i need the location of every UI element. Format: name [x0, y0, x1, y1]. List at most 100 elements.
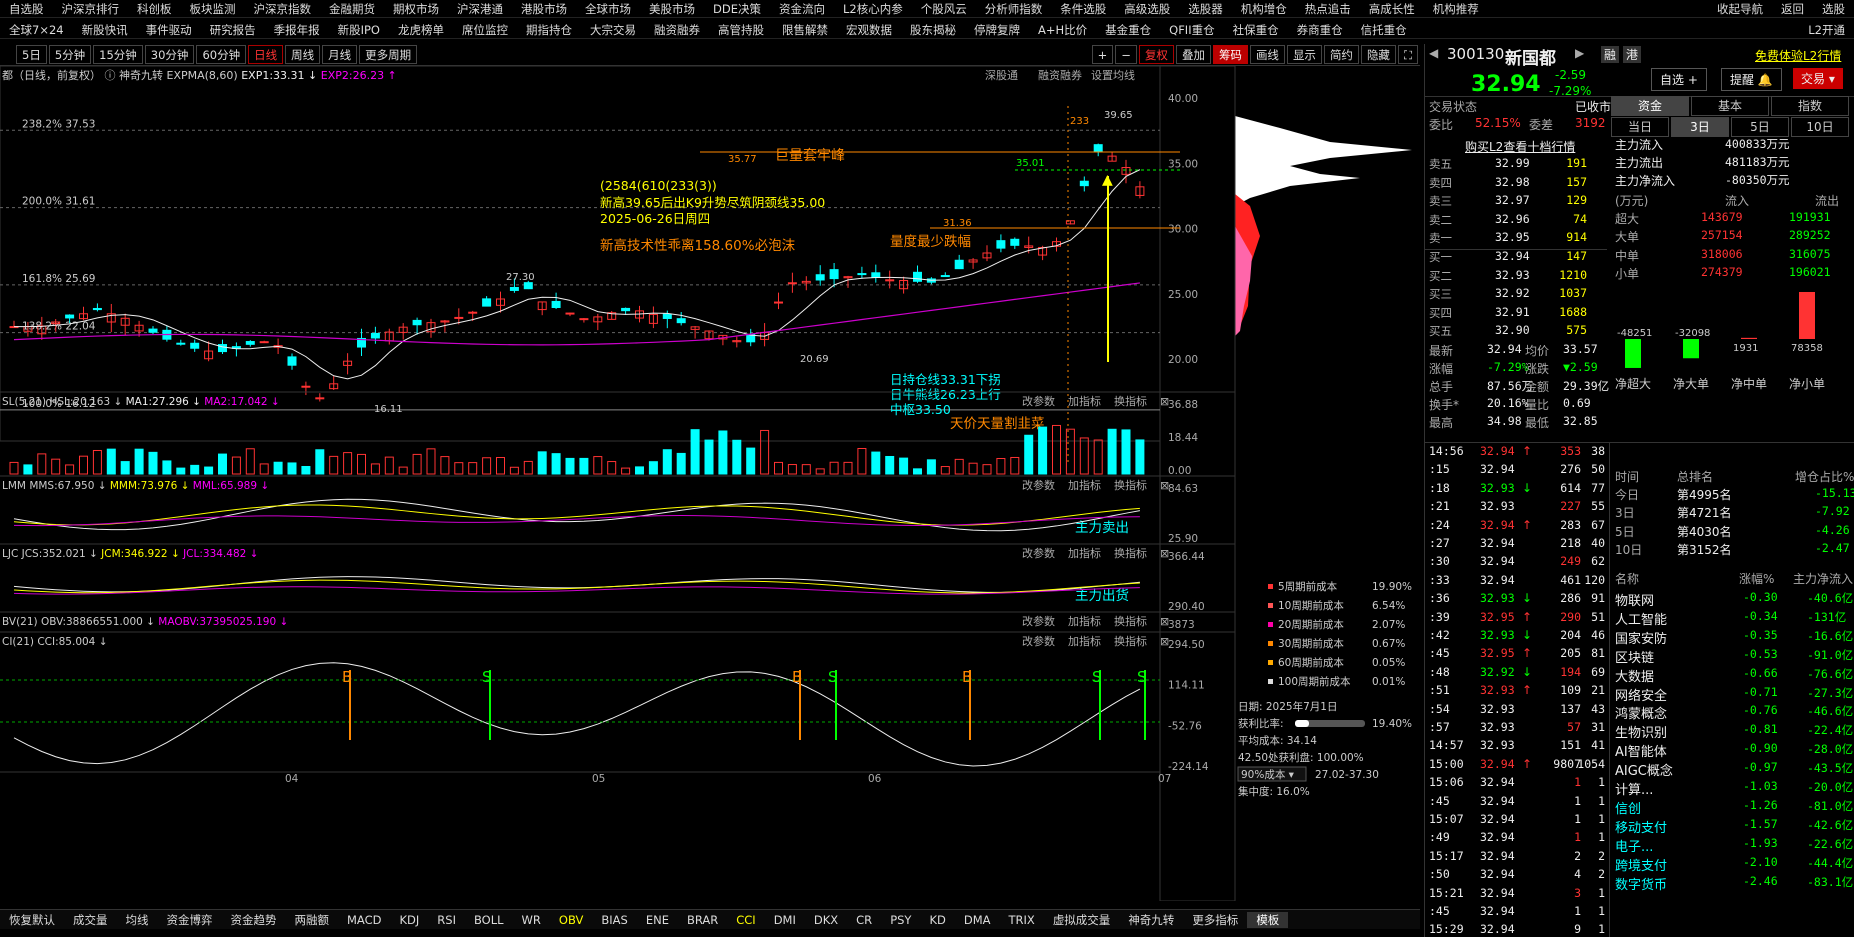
indicator-tab[interactable]: BOLL [465, 913, 513, 927]
period-button[interactable]: 15分钟 [93, 45, 143, 64]
period-button[interactable]: 5日 [16, 45, 47, 64]
menu-item[interactable]: 沪深港通 [448, 1, 512, 17]
panel-button[interactable]: 改参数 [1022, 394, 1055, 408]
submenu-item[interactable]: A+H比价 [1029, 22, 1096, 38]
period-button[interactable]: 周线 [285, 45, 321, 64]
submenu-item[interactable]: 社保重仓 [1224, 22, 1288, 38]
info-tab[interactable]: 指数 [1771, 96, 1849, 116]
menu-right-item[interactable]: 选股 [1813, 1, 1854, 17]
indicator-tab[interactable]: MACD [338, 913, 390, 927]
indicator-tab[interactable]: PSY [881, 913, 920, 927]
menu-item[interactable]: 高级选股 [1115, 1, 1179, 17]
indicator-tab[interactable]: CR [847, 913, 881, 927]
buy-l2-link[interactable]: 购买L2查看十档行情 [1465, 138, 1575, 155]
alert-button[interactable]: 提醒 🔔 [1721, 68, 1782, 91]
sector-name[interactable]: 电子... [1615, 836, 1653, 855]
period-button[interactable]: 30分钟 [144, 45, 195, 64]
zoom-in-icon[interactable]: + [1091, 45, 1114, 64]
info-tab[interactable]: 资金 [1611, 96, 1689, 116]
submenu-item[interactable]: 全球7×24 [0, 22, 73, 38]
panel-button[interactable]: 换指标 [1114, 394, 1147, 408]
panel-button[interactable]: 加指标 [1068, 614, 1101, 628]
sector-name[interactable]: 移动支付 [1615, 817, 1667, 836]
panel-button[interactable]: 加指标 [1068, 634, 1101, 648]
period-button[interactable]: 5分钟 [48, 45, 92, 64]
menu-item[interactable]: 选股器 [1179, 1, 1232, 17]
submenu-item[interactable]: 新股IPO [329, 22, 389, 38]
zoom-out-icon[interactable]: − [1115, 45, 1137, 64]
sector-name[interactable]: 生物识别 [1615, 722, 1667, 741]
toolbar-button[interactable]: 显示 [1286, 45, 1322, 64]
menu-item[interactable]: 高成长性 [1360, 1, 1424, 17]
menu-item[interactable]: 个股风云 [912, 1, 976, 17]
menu-right-item[interactable]: 返回 [1772, 1, 1813, 17]
menu-item[interactable]: 科创板 [128, 1, 181, 17]
submenu-item[interactable]: 券商重仓 [1288, 22, 1352, 38]
submenu-item[interactable]: 股东揭秘 [901, 22, 965, 38]
panel-button[interactable]: 换指标 [1114, 634, 1147, 648]
submenu-item[interactable]: 席位监控 [453, 22, 517, 38]
submenu-item[interactable]: 事件驱动 [137, 22, 201, 38]
submenu-item[interactable]: 季报年报 [265, 22, 329, 38]
panel-button[interactable]: 改参数 [1022, 478, 1055, 492]
indicator-tab[interactable]: DMA [955, 913, 1000, 927]
indicator-tab[interactable]: 均线 [117, 912, 158, 928]
toolbar-button[interactable]: 简约 [1323, 45, 1359, 64]
indicator-tab[interactable]: KDJ [390, 913, 428, 927]
menu-item[interactable]: 期权市场 [384, 1, 448, 17]
menu-item[interactable]: 资金流向 [770, 1, 834, 17]
sector-name[interactable]: AIGC概念 [1615, 760, 1673, 779]
info-tab[interactable]: 基本 [1691, 96, 1769, 116]
header-link[interactable]: 设置均线 [1091, 68, 1135, 82]
period-tab[interactable]: 当日 [1611, 117, 1669, 137]
indicator-tab[interactable]: 资金趋势 [222, 912, 286, 928]
menu-item[interactable]: L2核心内参 [834, 1, 912, 17]
submenu-item[interactable]: 龙虎榜单 [389, 22, 453, 38]
menu-item[interactable]: DDE决策 [704, 1, 770, 17]
period-button[interactable]: 60分钟 [196, 45, 247, 64]
next-stock-icon[interactable]: ▶ [1575, 46, 1584, 60]
menu-item[interactable]: 金融期货 [320, 1, 384, 17]
period-button[interactable]: 月线 [322, 45, 358, 64]
panel-button[interactable]: 改参数 [1022, 614, 1055, 628]
submenu-item[interactable]: 新股快讯 [73, 22, 137, 38]
indicator-tab[interactable]: 恢复默认 [0, 912, 64, 928]
submenu-item[interactable]: 大宗交易 [581, 22, 645, 38]
l2-trial-link[interactable]: 免费体验L2行情 [1755, 47, 1841, 64]
sector-name[interactable]: 物联网 [1615, 590, 1654, 609]
sector-name[interactable]: 信创 [1615, 798, 1641, 817]
fullscreen-icon[interactable]: ⛶ [1397, 45, 1418, 64]
submenu-item[interactable]: 融资融券 [645, 22, 709, 38]
menu-item[interactable]: 全球市场 [576, 1, 640, 17]
submenu-item[interactable]: 宏观数据 [837, 22, 901, 38]
indicator-tab[interactable]: 神奇九转 [1119, 912, 1183, 928]
panel-button[interactable]: 换指标 [1114, 614, 1147, 628]
add-watchlist-button[interactable]: 自选 + [1651, 68, 1707, 91]
sector-name[interactable]: 人工智能 [1615, 609, 1667, 628]
l2-open-link[interactable]: L2开通 [1799, 22, 1854, 38]
indicator-tab[interactable]: 模板 [1247, 911, 1289, 928]
submenu-item[interactable]: 信托重仓 [1352, 22, 1416, 38]
submenu-item[interactable]: 基金重仓 [1096, 22, 1160, 38]
indicator-tab[interactable]: 更多指标 [1183, 912, 1247, 928]
submenu-item[interactable]: QFII重仓 [1160, 22, 1223, 38]
submenu-item[interactable]: 停牌复牌 [965, 22, 1029, 38]
menu-item[interactable]: 热点追击 [1296, 1, 1360, 17]
panel-button[interactable]: 加指标 [1068, 394, 1101, 408]
indicator-tab[interactable]: ENE [637, 913, 678, 927]
period-tab[interactable]: 5日 [1731, 117, 1789, 137]
sector-name[interactable]: 区块链 [1615, 647, 1654, 666]
toolbar-button[interactable]: 画线 [1249, 45, 1285, 64]
period-tab[interactable]: 3日 [1671, 117, 1729, 137]
indicator-tab[interactable]: OBV [550, 913, 592, 927]
period-tab[interactable]: 10日 [1791, 117, 1849, 137]
menu-item[interactable]: 沪深京排行 [53, 1, 129, 17]
period-button[interactable]: 更多周期 [359, 45, 418, 64]
indicator-tab[interactable]: 资金博弈 [158, 912, 222, 928]
period-button[interactable]: 日线 [248, 45, 284, 64]
panel-button[interactable]: 加指标 [1068, 546, 1101, 560]
indicator-tab[interactable]: KD [920, 913, 954, 927]
toolbar-button[interactable]: 叠加 [1175, 45, 1211, 64]
indicator-tab[interactable]: 虚拟成交量 [1044, 912, 1120, 928]
indicator-tab[interactable]: 成交量 [64, 912, 117, 928]
